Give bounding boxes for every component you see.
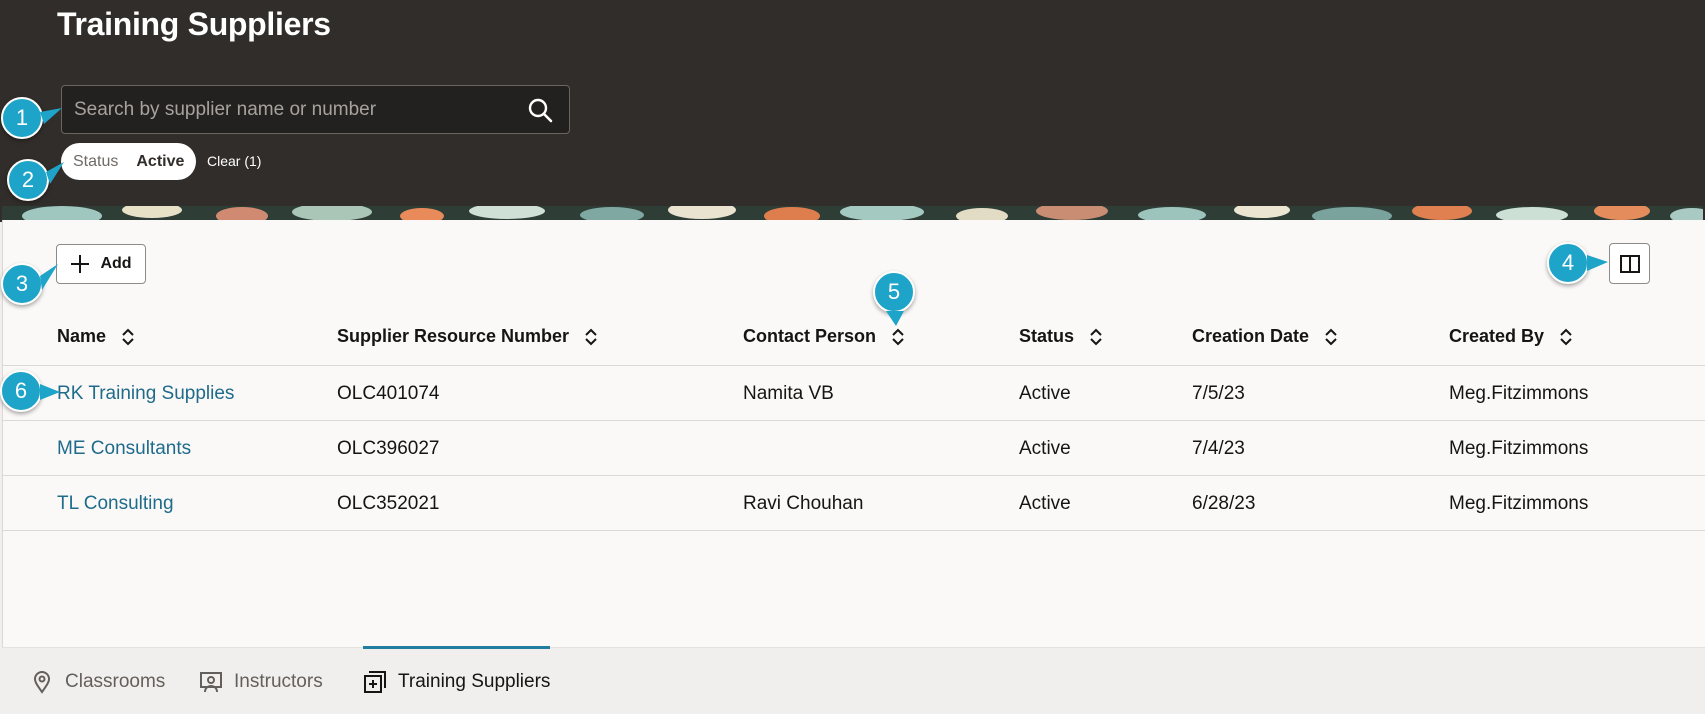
tab-training-suppliers[interactable]: Training Suppliers: [363, 646, 551, 714]
location-pin-icon: [33, 670, 51, 694]
page-header: Training Suppliers Status Active Clear (…: [0, 0, 1705, 222]
contact-person: Namita VB: [743, 383, 834, 404]
created-by: Meg.Fitzimmons: [1449, 383, 1589, 404]
search-input[interactable]: [74, 86, 514, 133]
supplier-name-link[interactable]: TL Consulting: [57, 493, 174, 515]
decorative-banner: [2, 206, 1703, 220]
callout-badge: 3: [1, 263, 43, 305]
sort-icon[interactable]: [892, 328, 904, 346]
filter-label: Status: [73, 152, 119, 170]
column-header-contact-person[interactable]: Contact Person: [743, 326, 904, 347]
instructor-icon: [200, 671, 222, 692]
status: Active: [1019, 383, 1071, 404]
sort-icon[interactable]: [1325, 328, 1337, 346]
bottom-tab-bar: Classrooms Instructors Training Supplier…: [2, 646, 1705, 714]
callout-badge: 5: [873, 271, 915, 313]
page-title: Training Suppliers: [57, 6, 331, 42]
supplier-icon: [364, 670, 386, 693]
add-button-label: Add: [100, 255, 132, 272]
created-by: Meg.Fitzimmons: [1449, 493, 1589, 514]
status: Active: [1019, 493, 1071, 514]
column-header-status[interactable]: Status: [1019, 326, 1102, 347]
callout-badge: 2: [7, 159, 49, 201]
search-box[interactable]: [61, 85, 570, 134]
supplier-number: OLC396027: [337, 438, 440, 459]
callout-badge: 4: [1547, 242, 1589, 284]
sort-icon[interactable]: [122, 328, 134, 346]
status: Active: [1019, 438, 1071, 459]
table-header-row: Name Supplier Resource Number Contact Pe…: [2, 310, 1705, 366]
tab-classrooms[interactable]: Classrooms: [30, 648, 165, 714]
table-row[interactable]: TL Consulting OLC352021 Ravi Chouhan Act…: [2, 476, 1705, 531]
tab-label: Classrooms: [65, 670, 166, 692]
column-manager-button[interactable]: [1609, 243, 1650, 284]
table-row[interactable]: RK Training Supplies OLC401074 Namita VB…: [2, 366, 1705, 421]
filter-value: Active: [136, 152, 185, 170]
creation-date: 7/5/23: [1192, 383, 1245, 404]
tab-label: Training Suppliers: [398, 670, 551, 692]
column-header-supplier-number[interactable]: Supplier Resource Number: [337, 326, 597, 347]
column-header-creation-date[interactable]: Creation Date: [1192, 326, 1337, 347]
table-row[interactable]: ME Consultants OLC396027 Active 7/4/23 M…: [2, 421, 1705, 476]
column-header-created-by[interactable]: Created By: [1449, 326, 1572, 347]
tab-instructors[interactable]: Instructors: [199, 648, 323, 714]
search-icon[interactable]: [527, 97, 553, 123]
add-button[interactable]: Add: [56, 244, 146, 284]
tab-label: Instructors: [234, 670, 323, 692]
columns-icon: [1619, 254, 1640, 273]
creation-date: 7/4/23: [1192, 438, 1245, 459]
clear-filters-link[interactable]: Clear (1): [207, 153, 261, 169]
supplier-number: OLC401074: [337, 383, 440, 404]
supplier-name-link[interactable]: RK Training Supplies: [57, 383, 234, 405]
contact-person: Ravi Chouhan: [743, 493, 864, 514]
supplier-number: OLC352021: [337, 493, 440, 514]
callout-badge: 6: [0, 370, 42, 412]
sort-icon[interactable]: [1090, 328, 1102, 346]
supplier-name-link[interactable]: ME Consultants: [57, 438, 191, 460]
callout-badge: 1: [1, 97, 43, 139]
created-by: Meg.Fitzimmons: [1449, 438, 1589, 459]
creation-date: 6/28/23: [1192, 493, 1256, 514]
sort-icon[interactable]: [1560, 328, 1572, 346]
status-filter-chip[interactable]: Status Active: [61, 143, 197, 180]
sort-icon[interactable]: [585, 328, 597, 346]
plus-icon: [71, 255, 90, 273]
column-header-name[interactable]: Name: [57, 326, 134, 347]
